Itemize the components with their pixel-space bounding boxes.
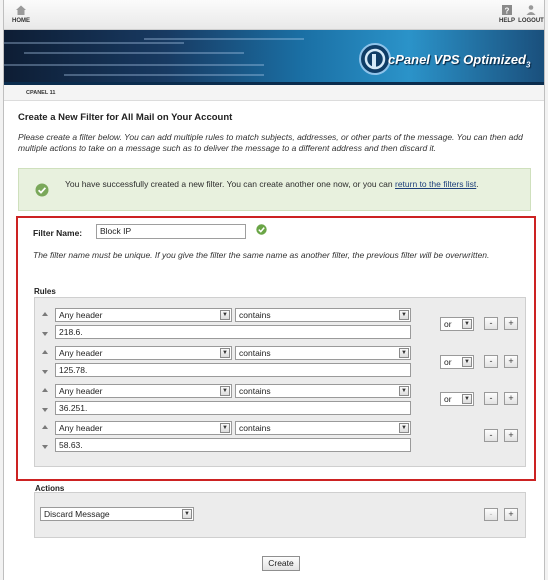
chevron-down-icon: ▼ (399, 386, 409, 396)
page-intro: Please create a filter below. You can ad… (18, 132, 523, 153)
rule-header-select[interactable]: Any header ▼ (55, 384, 232, 398)
rule-match-value: contains (239, 348, 271, 358)
success-check-icon (35, 183, 49, 197)
rule-operator-value: or (444, 394, 452, 404)
rule-header-select[interactable]: Any header ▼ (55, 346, 232, 360)
valid-check-icon (256, 224, 267, 235)
action-select-value: Discard Message (44, 509, 110, 519)
chevron-down-icon: ▼ (462, 394, 472, 404)
rule-operator-select[interactable]: or ▼ (440, 355, 474, 369)
rule-value-input[interactable]: 125.78. (55, 363, 411, 377)
rule-header-value: Any header (59, 423, 103, 433)
rules-label: Rules (34, 287, 56, 296)
move-rule-up-icon[interactable] (42, 312, 48, 316)
rule-operator-value: or (444, 357, 452, 367)
remove-rule-button[interactable]: - (484, 429, 498, 442)
rule-header-value: Any header (59, 386, 103, 396)
cpanel-logo-icon (359, 43, 391, 75)
rule-value-input[interactable]: 58.63. (55, 438, 411, 452)
logout-link[interactable]: LOGOUT (516, 4, 544, 24)
rule-header-value: Any header (59, 310, 103, 320)
action-select[interactable]: Discard Message ▼ (40, 507, 194, 521)
rule-match-select[interactable]: contains ▼ (235, 384, 411, 398)
chevron-down-icon: ▼ (462, 319, 472, 329)
chevron-down-icon: ▼ (182, 509, 192, 519)
rule-match-value: contains (239, 386, 271, 396)
logout-icon (526, 5, 536, 15)
home-label: HOME (12, 18, 30, 24)
home-link[interactable]: HOME (6, 4, 36, 24)
chevron-down-icon: ▼ (462, 357, 472, 367)
remove-rule-button[interactable]: - (484, 355, 498, 368)
move-rule-down-icon[interactable] (42, 408, 48, 412)
chevron-down-icon: ▼ (220, 423, 230, 433)
rule-header-select[interactable]: Any header ▼ (55, 308, 232, 322)
rule-operator-select[interactable]: or ▼ (440, 317, 474, 331)
chevron-down-icon: ▼ (220, 310, 230, 320)
rule-operator-value: or (444, 319, 452, 329)
add-rule-button[interactable]: + (504, 355, 518, 368)
rule-operator-select[interactable]: or ▼ (440, 392, 474, 406)
filter-name-label: Filter Name: (33, 228, 83, 238)
remove-action-button[interactable]: - (484, 508, 498, 521)
create-button[interactable]: Create (262, 556, 300, 571)
svg-text:?: ? (505, 7, 510, 16)
success-text: You have successfully created a new filt… (65, 179, 395, 189)
add-rule-button[interactable]: + (504, 392, 518, 405)
move-rule-up-icon[interactable] (42, 350, 48, 354)
rule-value-input[interactable]: 36.251. (55, 401, 411, 415)
page-title: Create a New Filter for All Mail on Your… (18, 112, 233, 123)
rule-value-input[interactable]: 218.6. (55, 325, 411, 339)
rule-match-value: contains (239, 310, 271, 320)
chevron-down-icon: ▼ (220, 386, 230, 396)
chevron-down-icon: ▼ (220, 348, 230, 358)
success-tail: . (476, 179, 479, 189)
rule-match-select[interactable]: contains ▼ (235, 421, 411, 435)
add-rule-button[interactable]: + (504, 429, 518, 442)
help-label: HELP (498, 18, 515, 24)
add-rule-button[interactable]: + (504, 317, 518, 330)
move-rule-down-icon[interactable] (42, 332, 48, 336)
logout-label: LOGOUT (518, 18, 544, 24)
rule-header-select[interactable]: Any header ▼ (55, 421, 232, 435)
remove-rule-button[interactable]: - (484, 317, 498, 330)
cpanel-banner: cPanel VPS Optimized3 (4, 30, 544, 85)
move-rule-down-icon[interactable] (42, 445, 48, 449)
return-to-filters-link[interactable]: return to the filters list (395, 179, 476, 189)
chevron-down-icon: ▼ (399, 423, 409, 433)
rule-match-value: contains (239, 423, 271, 433)
chevron-down-icon: ▼ (399, 348, 409, 358)
chevron-down-icon: ▼ (399, 310, 409, 320)
home-icon (16, 5, 26, 15)
remove-rule-button[interactable]: - (484, 392, 498, 405)
main-content: Create a New Filter for All Mail on Your… (4, 112, 544, 211)
add-action-button[interactable]: + (504, 508, 518, 521)
rule-match-select[interactable]: contains ▼ (235, 346, 411, 360)
browser-page: HOME ? HELP LOGOUT cPanel VPS Optimized3… (3, 0, 545, 580)
success-message: You have successfully created a new filt… (18, 168, 531, 211)
rule-match-select[interactable]: contains ▼ (235, 308, 411, 322)
breadcrumb: CPANEL 11 (4, 85, 544, 101)
move-rule-down-icon[interactable] (42, 370, 48, 374)
move-rule-up-icon[interactable] (42, 425, 48, 429)
filter-name-note: The filter name must be unique. If you g… (33, 250, 490, 260)
filter-name-input[interactable]: Block IP (96, 224, 246, 239)
top-navigation: HOME ? HELP LOGOUT (4, 0, 544, 30)
help-icon: ? (502, 5, 512, 16)
brand-title: cPanel VPS Optimized3 (388, 52, 531, 70)
rule-header-value: Any header (59, 348, 103, 358)
move-rule-up-icon[interactable] (42, 388, 48, 392)
